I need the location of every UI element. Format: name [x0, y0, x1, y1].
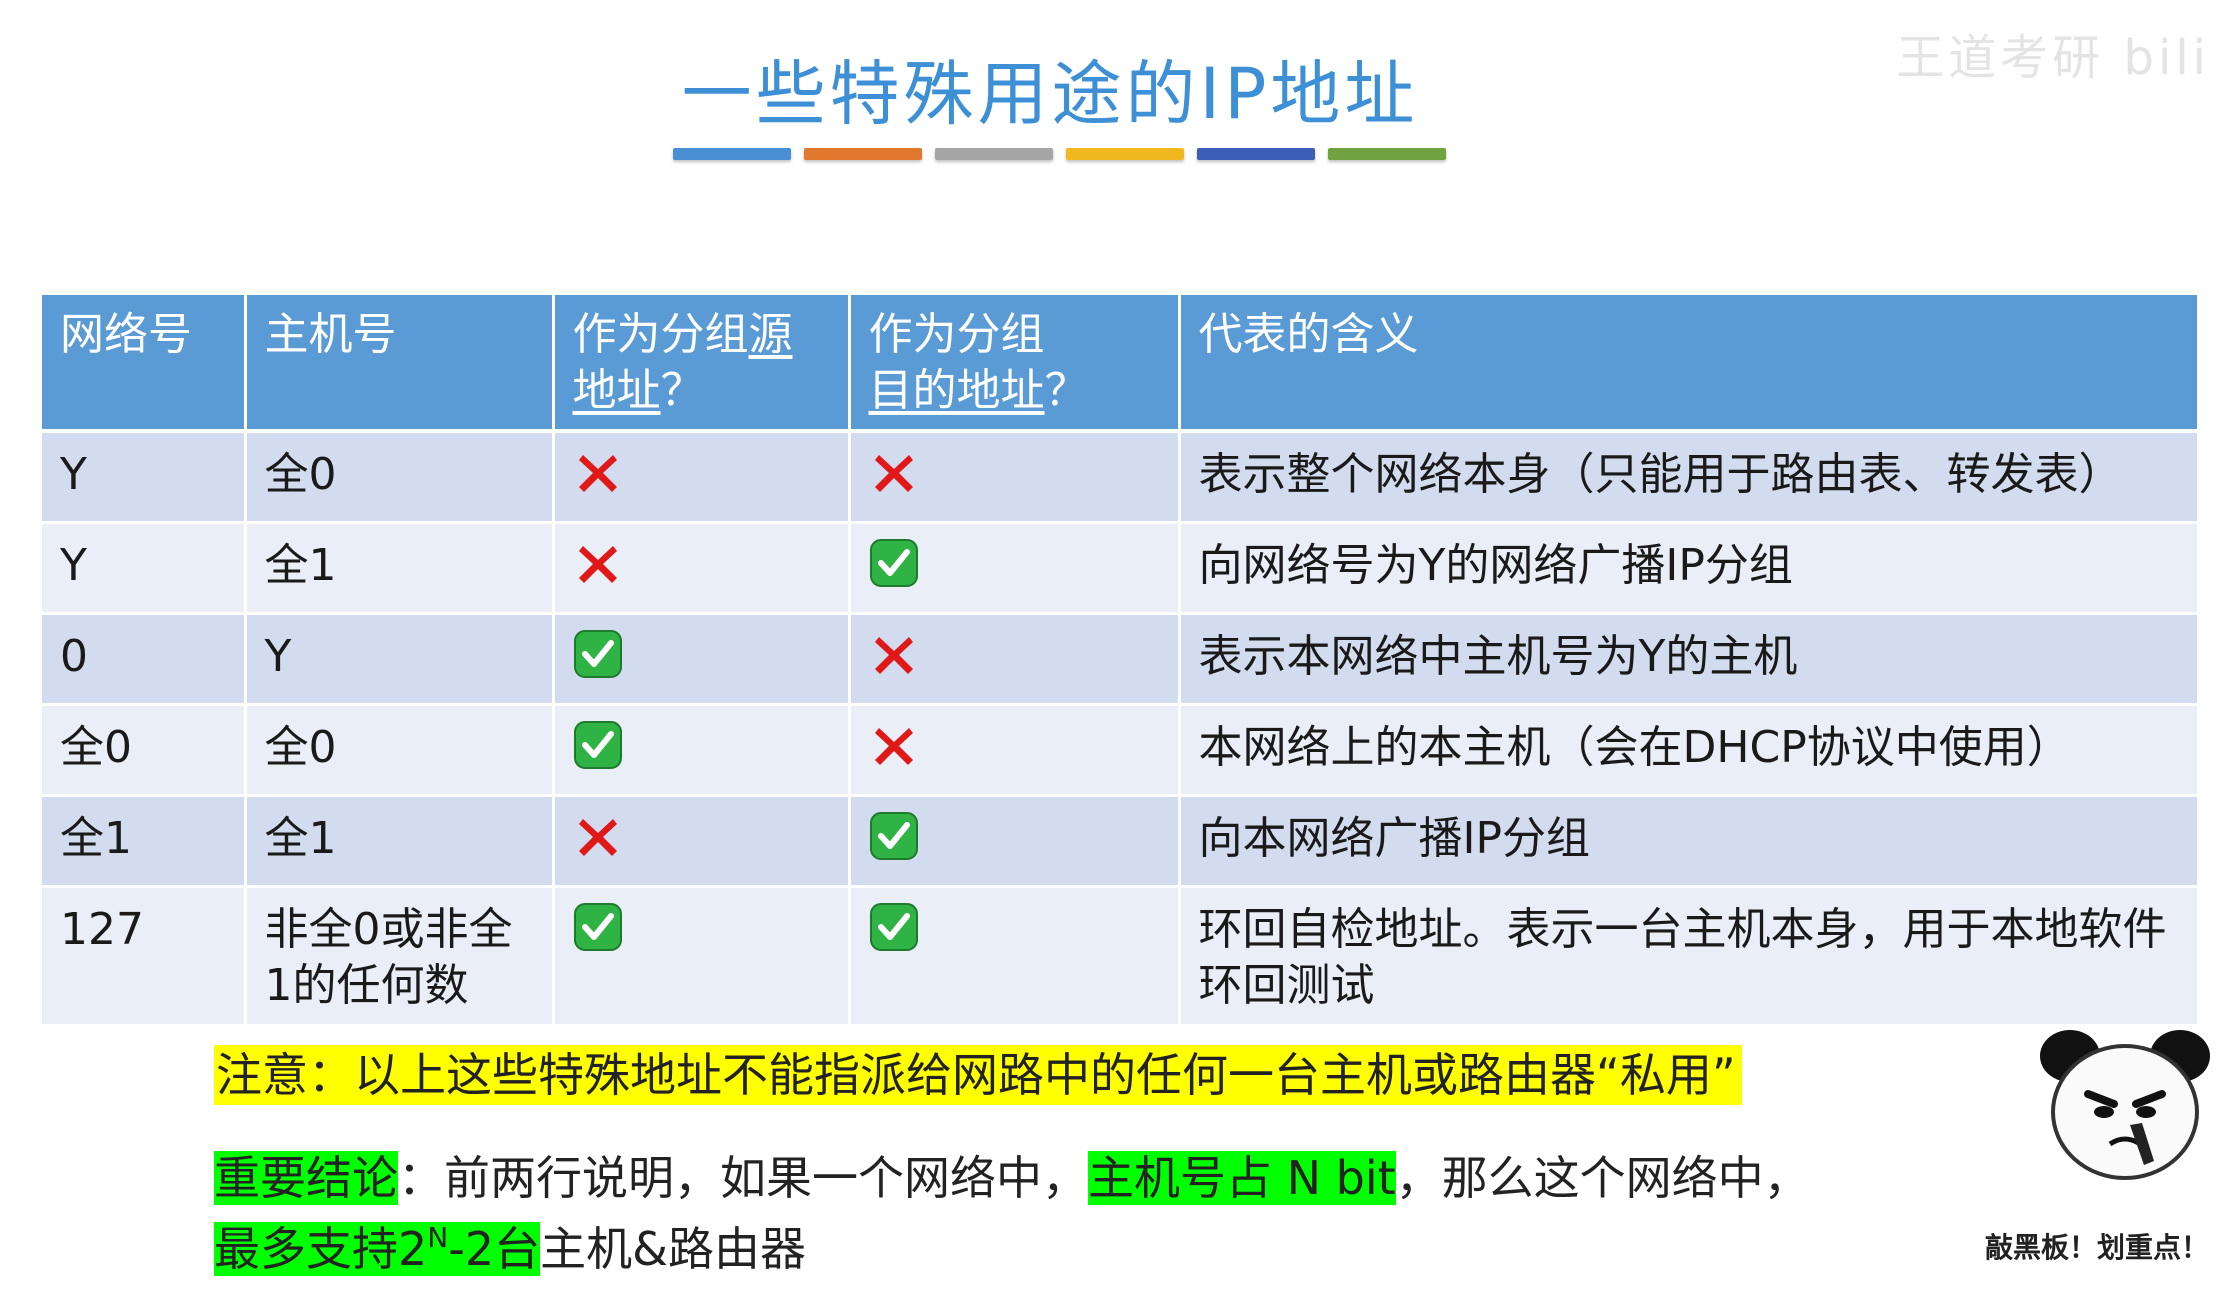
cell-as-destination	[849, 795, 1181, 888]
header-as-destination: 作为分组 目的地址？	[849, 295, 1181, 433]
table-row: Y 全1 向网络号为Y的网络广播IP分组	[42, 522, 2200, 615]
watermark: 王道考研 bili	[1896, 30, 2210, 86]
conclusion-label: 重要结论	[214, 1151, 398, 1205]
check-icon	[869, 902, 919, 952]
cell-network: 全0	[42, 704, 247, 797]
cell-network: Y	[42, 522, 247, 615]
cell-as-destination	[849, 886, 1181, 1027]
meme-caption: 敲黑板！划重点！	[1985, 1231, 2210, 1264]
cell-meaning: 表示本网络中主机号为Y的主机	[1179, 613, 2200, 706]
special-ip-table: 网络号 主机号 作为分组源 地址？ 作为分组 目的地址？ 代表的含义 Y 全0 表示整个…	[42, 295, 2200, 1027]
cell-meaning: 表示整个网络本身（只能用于路由表、转发表）	[1179, 431, 2200, 524]
cell-as-source	[553, 522, 851, 615]
table-row: 0 Y 表示本网络中主机号为Y的主机	[42, 613, 2200, 706]
host-bits-highlight: 主机号占 N bit	[1088, 1151, 1396, 1205]
header-network: 网络号	[42, 295, 247, 433]
cross-icon	[869, 720, 919, 770]
cross-icon	[869, 447, 919, 497]
cross-icon	[573, 447, 623, 497]
table-row: 全0 全0 本网络上的本主机（会在DHCP协议中使用）	[42, 704, 2200, 797]
table-header-row: 网络号 主机号 作为分组源 地址？ 作为分组 目的地址？ 代表的含义	[42, 295, 2200, 433]
cell-host: 全1	[245, 795, 555, 888]
title-underline-bar	[935, 148, 1053, 160]
check-icon	[869, 811, 919, 861]
cell-host: 全1	[245, 522, 555, 615]
cell-network: 127	[42, 886, 247, 1027]
conclusion-text: 重要结论：前两行说明，如果一个网络中，主机号占 N bit，那么这个网络中， 最多…	[214, 1151, 1810, 1276]
title-underline-bar	[804, 148, 922, 160]
cell-meaning: 环回自检地址。表示一台主机本身，用于本地软件环回测试	[1179, 886, 2200, 1027]
cell-host: 全0	[245, 431, 555, 524]
cell-as-source	[553, 613, 851, 706]
cell-host: 全0	[245, 704, 555, 797]
cell-network: Y	[42, 431, 247, 524]
cell-as-destination	[849, 522, 1181, 615]
check-icon	[573, 629, 623, 679]
cell-host: 非全0或非全1的任何数	[245, 886, 555, 1027]
check-icon	[573, 902, 623, 952]
header-as-source: 作为分组源 地址？	[553, 295, 851, 433]
title-underline-bar	[1328, 148, 1446, 160]
cross-icon	[573, 811, 623, 861]
title-underline-bar	[1066, 148, 1184, 160]
cross-icon	[573, 538, 623, 588]
cell-host: Y	[245, 613, 555, 706]
cell-meaning: 向网络号为Y的网络广播IP分组	[1179, 522, 2200, 615]
cell-as-destination	[849, 613, 1181, 706]
header-meaning: 代表的含义	[1179, 295, 2200, 433]
cell-as-source	[553, 431, 851, 524]
panda-meme-image	[2030, 1020, 2218, 1190]
page-title: 一些特殊用途的IP地址	[681, 53, 1419, 135]
cell-as-destination	[849, 431, 1181, 524]
title-underline-bar	[1197, 148, 1315, 160]
title-underline-bar	[673, 148, 791, 160]
cell-as-destination	[849, 704, 1181, 797]
cell-as-source	[553, 704, 851, 797]
note-text: 注意：以上这些特殊地址不能指派给网路中的任何一台主机或路由器“私用”	[214, 1045, 1742, 1105]
cell-meaning: 本网络上的本主机（会在DHCP协议中使用）	[1179, 704, 2200, 797]
check-icon	[869, 538, 919, 588]
cross-icon	[869, 629, 919, 679]
header-host: 主机号	[245, 295, 555, 433]
cell-as-source	[553, 886, 851, 1027]
table-row: Y 全0 表示整个网络本身（只能用于路由表、转发表）	[42, 431, 2200, 524]
table-row: 全1 全1 向本网络广播IP分组	[42, 795, 2200, 888]
check-icon	[573, 720, 623, 770]
cell-network: 0	[42, 613, 247, 706]
cell-network: 全1	[42, 795, 247, 888]
cell-meaning: 向本网络广播IP分组	[1179, 795, 2200, 888]
max-hosts-highlight: 最多支持2N-2台	[214, 1221, 541, 1276]
table-row: 127 非全0或非全1的任何数 环回自检地址。表示一台主机本身，用于本地软件环回测试	[42, 886, 2200, 1027]
cell-as-source	[553, 795, 851, 888]
